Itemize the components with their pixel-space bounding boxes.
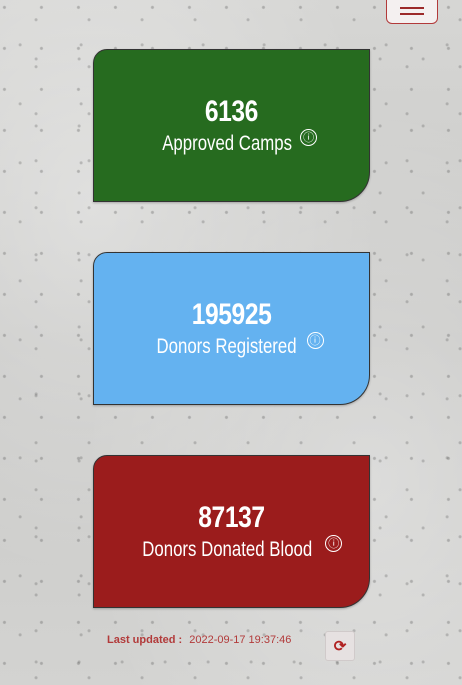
last-updated: Last updated : 2022-09-17 19:37:46 [107, 634, 291, 646]
stat-label: Donors Registered [156, 334, 298, 358]
stat-card-approved-camps: 6136 Approved Camps ⓘ [93, 49, 370, 202]
last-updated-value: 2022-09-17 19:37:46 [189, 634, 292, 646]
last-updated-label: Last updated : [107, 634, 183, 646]
hamburger-menu-icon-bar [400, 13, 424, 15]
refresh-button[interactable]: ⟳ [325, 631, 355, 661]
stat-value: 195925 [191, 297, 272, 331]
stat-card-donors-donated-blood: 87137 Donors Donated Blood ⓘ [93, 455, 370, 608]
menu-button[interactable] [386, 0, 438, 24]
refresh-icon: ⟳ [333, 638, 347, 655]
info-icon[interactable]: ⓘ [325, 534, 343, 552]
stat-value: 6136 [204, 94, 259, 128]
info-icon[interactable]: ⓘ [300, 128, 318, 146]
hamburger-menu-icon [400, 7, 424, 9]
stat-label: Approved Camps [162, 131, 292, 155]
stat-card-donors-registered: 195925 Donors Registered ⓘ [93, 252, 370, 405]
info-icon[interactable]: ⓘ [306, 331, 324, 349]
stat-label: Donors Donated Blood [141, 537, 312, 561]
stat-value: 87137 [198, 500, 265, 534]
